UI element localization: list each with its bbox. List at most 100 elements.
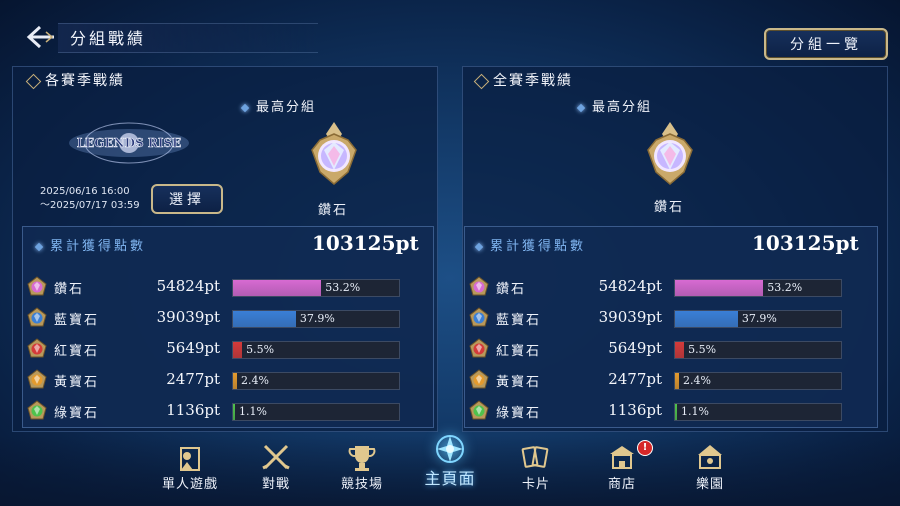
trophy-icon — [322, 442, 402, 472]
tier-percentage: 2.4% — [682, 374, 711, 387]
nav-item-label: 樂園 — [695, 477, 724, 492]
tier-progress-fill — [233, 373, 237, 389]
logo-text: LEGENDS RISE — [77, 136, 182, 150]
diamond-tier-emblem-icon — [647, 122, 693, 185]
season-date-range: 2025/06/16 16:00 ～2025/07/17 03:59 — [40, 186, 140, 211]
nav-item[interactable]: 單人遊戲 — [150, 442, 230, 492]
points-label: 累計獲得點數 — [34, 235, 146, 254]
diamond-tier-emblem-icon — [311, 122, 357, 185]
tier-percentage: 37.9% — [741, 312, 777, 325]
tier-points: 2477pt — [166, 370, 220, 388]
tier-name: 鑽石 — [54, 282, 85, 297]
sapphire-tier-icon — [468, 307, 490, 329]
legends-rise-logo: LEGENDS RISE — [69, 122, 189, 164]
topaz-tier-icon — [26, 369, 48, 391]
label-diamond-icon — [576, 103, 586, 112]
tier-percentage: 37.9% — [299, 312, 335, 325]
tier-name: 綠寶石 — [496, 406, 542, 421]
tier-progress-fill — [233, 342, 243, 358]
tier-name: 黃寶石 — [496, 375, 542, 390]
nav-item[interactable]: 樂園 — [670, 442, 750, 492]
ruby-tier-icon — [26, 338, 48, 360]
page-title: 分組戰績 — [70, 29, 147, 48]
nav-item-label: 商店 — [607, 477, 636, 492]
all-season-section-title: 全賽季戰績 — [473, 70, 573, 90]
tier-row: 紅寶石 5649pt 5.5% — [22, 338, 422, 364]
tier-row: 綠寶石 1136pt 1.1% — [464, 400, 864, 426]
nav-item[interactable]: 主頁面 — [410, 434, 490, 489]
tier-percentage: 53.2% — [325, 281, 361, 294]
points-label: 累計獲得點數 — [474, 235, 586, 254]
sapphire-tier-icon — [26, 307, 48, 329]
best-tier-label: 最高分組 — [240, 96, 316, 115]
nav-item[interactable]: 卡片 — [496, 442, 576, 492]
tier-points: 5649pt — [608, 339, 662, 357]
total-points: 103125pt — [312, 231, 419, 255]
solo-play-icon — [150, 442, 230, 472]
nav-item-label: 競技場 — [340, 477, 383, 492]
tier-progress-fill — [233, 311, 296, 327]
tier-percentage: 5.5% — [246, 343, 275, 356]
tier-percentage: 1.1% — [238, 405, 267, 418]
diamond-tier-icon — [468, 276, 490, 298]
tier-points: 5649pt — [166, 339, 220, 357]
tier-row: 鑽石 54824pt 53.2% — [464, 276, 864, 302]
tier-progress-fill — [675, 311, 738, 327]
tier-progress-bar: 1.1% — [232, 403, 400, 421]
tier-progress-bar: 2.4% — [674, 372, 842, 390]
emerald-tier-icon — [468, 400, 490, 422]
tier-points: 2477pt — [608, 370, 662, 388]
tier-row: 藍寶石 39039pt 37.9% — [22, 307, 422, 333]
tier-row: 紅寶石 5649pt 5.5% — [464, 338, 864, 364]
tier-name: 綠寶石 — [54, 406, 100, 421]
label-diamond-icon — [240, 103, 250, 112]
label-diamond-icon — [34, 242, 44, 251]
label-diamond-icon — [474, 242, 484, 251]
best-tier-label: 最高分組 — [576, 96, 652, 115]
tier-points: 39039pt — [156, 308, 220, 326]
cards-icon — [496, 442, 576, 472]
tier-progress-fill — [675, 342, 685, 358]
emerald-tier-icon — [26, 400, 48, 422]
tier-progress-fill — [233, 280, 322, 296]
back-arrow-icon[interactable] — [26, 24, 56, 50]
best-tier-name: 鑽石 — [653, 200, 684, 215]
tier-progress-fill — [675, 373, 679, 389]
tier-row: 黃寶石 2477pt 2.4% — [22, 369, 422, 395]
tier-name: 鑽石 — [496, 282, 527, 297]
season-section-title: 各賽季戰績 — [25, 70, 125, 90]
section-diamond-icon — [473, 73, 490, 89]
tier-name: 藍寶石 — [496, 313, 542, 328]
best-tier-name: 鑽石 — [317, 203, 348, 218]
tier-points: 54824pt — [598, 277, 662, 295]
diamond-tier-icon — [26, 276, 48, 298]
tier-row: 黃寶石 2477pt 2.4% — [464, 369, 864, 395]
topaz-tier-icon — [468, 369, 490, 391]
select-season-button[interactable]: 選擇 — [151, 184, 223, 214]
tier-progress-bar: 5.5% — [232, 341, 400, 359]
nav-item-label: 單人遊戲 — [161, 477, 218, 492]
tier-list-button[interactable]: 分組一覽 — [764, 28, 888, 60]
tier-percentage: 1.1% — [680, 405, 709, 418]
tier-points: 54824pt — [156, 277, 220, 295]
tier-progress-bar: 1.1% — [674, 403, 842, 421]
tier-name: 藍寶石 — [54, 313, 100, 328]
total-points: 103125pt — [752, 231, 859, 255]
tier-percentage: 5.5% — [688, 343, 717, 356]
tier-progress-bar: 53.2% — [232, 279, 400, 297]
tier-row: 綠寶石 1136pt 1.1% — [22, 400, 422, 426]
tier-progress-bar: 37.9% — [232, 310, 400, 328]
tier-progress-fill — [233, 404, 235, 420]
tier-progress-fill — [675, 280, 764, 296]
tier-progress-fill — [675, 404, 677, 420]
tier-progress-bar: 2.4% — [232, 372, 400, 390]
nav-item-label: 主頁面 — [424, 469, 476, 488]
tier-percentage: 2.4% — [240, 374, 269, 387]
tier-points: 1136pt — [166, 401, 220, 419]
tier-points: 39039pt — [598, 308, 662, 326]
tier-progress-bar: 37.9% — [674, 310, 842, 328]
nav-item[interactable]: 對戰 — [236, 442, 316, 492]
shop-notification-badge: ! — [637, 440, 653, 456]
nav-item-label: 卡片 — [521, 477, 550, 492]
nav-item[interactable]: 競技場 — [322, 442, 402, 492]
